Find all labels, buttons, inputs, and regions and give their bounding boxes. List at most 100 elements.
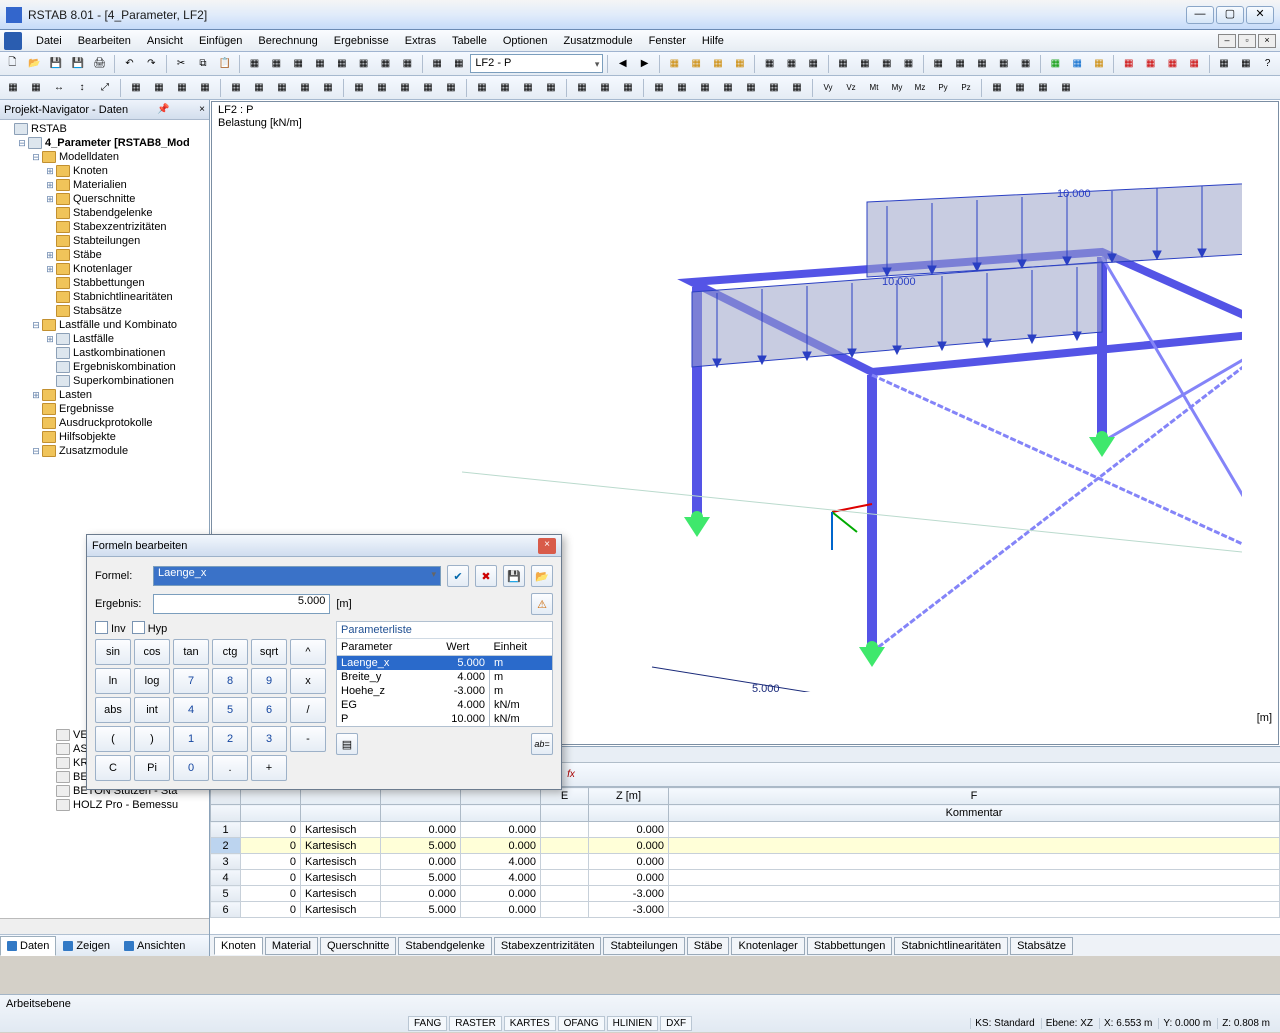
key-0[interactable]: 0 (173, 755, 209, 781)
tool-generic-icon[interactable]: ▦ (248, 78, 270, 98)
tool-generic-icon[interactable]: ▦ (317, 78, 339, 98)
table-tab[interactable]: Stabexzentrizitäten (494, 937, 602, 955)
tree-holz[interactable]: HOLZ Pro - Bemessu (73, 799, 178, 811)
tool-open-icon[interactable]: 📂 (24, 54, 45, 74)
tool-generic-icon[interactable]: ▦ (717, 78, 739, 98)
menu-ergebnisse[interactable]: Ergebnisse (326, 32, 397, 50)
tool-generic-icon[interactable]: ▦ (833, 54, 854, 74)
tool-generic-icon[interactable]: ▦ (617, 78, 639, 98)
nav-tab-ansichten[interactable]: Ansichten (117, 936, 192, 956)
tool-undo-icon[interactable]: ↶ (119, 54, 140, 74)
param-row[interactable]: Laenge_x5.000m (337, 656, 552, 671)
key-2[interactable]: 2 (212, 726, 248, 752)
window-maximize-button[interactable]: ▢ (1216, 6, 1244, 24)
tree-stabnicht[interactable]: Stabnichtlinearitäten (73, 291, 173, 303)
nav-tab-zeigen[interactable]: Zeigen (56, 936, 117, 956)
app-menu-icon[interactable] (4, 32, 22, 50)
key-Pi[interactable]: Pi (134, 755, 170, 781)
table-tab[interactable]: Stabbettungen (807, 937, 893, 955)
tool-generic-icon[interactable]: ▦ (471, 78, 493, 98)
tool-generic-icon[interactable]: ▦ (194, 78, 216, 98)
table-tab[interactable]: Stabteilungen (603, 937, 684, 955)
tool-generic-icon[interactable]: ▦ (1045, 54, 1066, 74)
key-ln[interactable]: ln (95, 668, 131, 694)
formel-input[interactable]: Laenge_x (153, 566, 441, 586)
tool-generic-icon[interactable]: ▦ (759, 54, 780, 74)
tool-generic-icon[interactable]: ▦ (876, 54, 897, 74)
tool-generic-icon[interactable]: ▦ (288, 54, 309, 74)
tool-generic-icon[interactable]: ▦ (740, 78, 762, 98)
tool-generic-icon[interactable]: ⤢ (94, 78, 116, 98)
tree-lasten[interactable]: Lasten (59, 389, 92, 401)
tool-generic-icon[interactable]: ▦ (950, 54, 971, 74)
menu-ansicht[interactable]: Ansicht (139, 32, 191, 50)
tool-py-icon[interactable]: Py (932, 78, 954, 98)
menu-hilfe[interactable]: Hilfe (694, 32, 732, 50)
tool-generic-icon[interactable]: ▦ (540, 78, 562, 98)
tool-generic-icon[interactable]: ▦ (1067, 54, 1088, 74)
formel-open-button[interactable]: 📂 (531, 565, 553, 587)
loadcase-combo[interactable]: LF2 - P (470, 54, 603, 73)
key--[interactable]: - (290, 726, 326, 752)
tabletool-fxr-icon[interactable]: fx (560, 765, 582, 785)
key-.[interactable]: . (212, 755, 248, 781)
tool-new-icon[interactable]: 🗋 (2, 54, 23, 74)
key-^[interactable]: ^ (290, 639, 326, 665)
tool-generic-icon[interactable]: ▦ (371, 78, 393, 98)
menu-datei[interactable]: Datei (28, 32, 70, 50)
table-tab[interactable]: Stabsätze (1010, 937, 1073, 955)
table-tab[interactable]: Material (265, 937, 318, 955)
tool-generic-icon[interactable]: ▦ (1009, 78, 1031, 98)
tool-generic-icon[interactable]: ▦ (348, 78, 370, 98)
tool-generic-icon[interactable]: ▦ (125, 78, 147, 98)
tool-redo-icon[interactable]: ↷ (141, 54, 162, 74)
tool-generic-icon[interactable]: ▦ (294, 78, 316, 98)
tree-knoten[interactable]: Knoten (73, 165, 108, 177)
key-4[interactable]: 4 (173, 697, 209, 723)
tool-generic-icon[interactable]: ▦ (694, 78, 716, 98)
tree-lastfaelle[interactable]: Lastfälle (73, 333, 114, 345)
tool-generic-icon[interactable]: ▦ (331, 54, 352, 74)
tool-generic-icon[interactable]: ▦ (1055, 78, 1077, 98)
navigator-close-icon[interactable]: × (199, 104, 205, 115)
key-tan[interactable]: tan (173, 639, 209, 665)
status-toggle[interactable]: RASTER (449, 1016, 502, 1031)
tool-generic-icon[interactable]: ▦ (375, 54, 396, 74)
key-/[interactable]: / (290, 697, 326, 723)
tool-generic-icon[interactable]: ▦ (594, 78, 616, 98)
menu-optionen[interactable]: Optionen (495, 32, 556, 50)
tool-next-icon[interactable]: ▶ (634, 54, 655, 74)
tool-generic-icon[interactable]: ▦ (686, 54, 707, 74)
tool-generic-icon[interactable]: ▦ (353, 54, 374, 74)
tool-generic-icon[interactable]: ▦ (310, 54, 331, 74)
formel-warn-button[interactable]: ⚠ (531, 593, 553, 615)
dialog-close-button[interactable]: × (538, 538, 556, 554)
tool-generic-icon[interactable]: ▦ (781, 54, 802, 74)
tool-generic-icon[interactable]: ▦ (494, 78, 516, 98)
tool-prev-icon[interactable]: ◀ (612, 54, 633, 74)
tool-generic-icon[interactable]: ▦ (664, 54, 685, 74)
tree-ergebnisse[interactable]: Ergebnisse (59, 403, 114, 415)
menu-zusatzmodule[interactable]: Zusatzmodule (556, 32, 641, 50)
key-6[interactable]: 6 (251, 697, 287, 723)
tool-generic-icon[interactable]: ▦ (729, 54, 750, 74)
tool-generic-icon[interactable]: ▦ (266, 54, 287, 74)
menu-fenster[interactable]: Fenster (641, 32, 694, 50)
tool-generic-icon[interactable]: ▦ (517, 78, 539, 98)
tree-staebe[interactable]: Stäbe (73, 249, 102, 261)
tool-cut-icon[interactable]: ✂ (171, 54, 192, 74)
tool-generic-icon[interactable]: ▦ (763, 78, 785, 98)
tool-vy-icon[interactable]: Vy (817, 78, 839, 98)
menu-einfuegen[interactable]: Einfügen (191, 32, 250, 50)
grid-row[interactable]: 50Kartesisch0.0000.000-3.000 (211, 886, 1280, 902)
key-cos[interactable]: cos (134, 639, 170, 665)
tool-generic-icon[interactable]: ▦ (427, 54, 448, 74)
key-C[interactable]: C (95, 755, 131, 781)
key-8[interactable]: 8 (212, 668, 248, 694)
tool-generic-icon[interactable]: ▦ (2, 78, 24, 98)
key-([interactable]: ( (95, 726, 131, 752)
tool-generic-icon[interactable]: ▦ (972, 54, 993, 74)
tree-materialien[interactable]: Materialien (73, 179, 127, 191)
tool-generic-icon[interactable]: ▦ (854, 54, 875, 74)
key-sqrt[interactable]: sqrt (251, 639, 287, 665)
